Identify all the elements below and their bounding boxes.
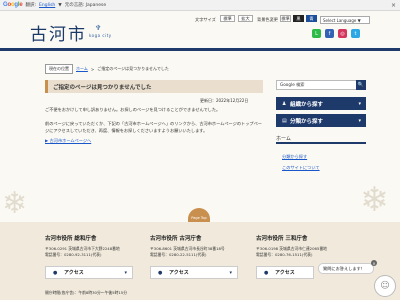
city-emblem-icon: ♆ bbox=[95, 24, 102, 32]
office-hours: 開庁時間(各庁舎)：午前8時30分～午後5時15分 bbox=[45, 290, 128, 295]
access-label: アクセス bbox=[275, 270, 295, 276]
breadcrumb-separator: > bbox=[90, 66, 95, 72]
organization-icon: ♟ bbox=[282, 100, 287, 107]
breadcrumb: 現在の位置 ホーム > ご指定のページは見つかりませんでした bbox=[45, 64, 169, 74]
search-input[interactable]: Google 検索 bbox=[276, 80, 362, 90]
facebook-icon[interactable]: f bbox=[325, 29, 334, 38]
chatbot-avatar-icon[interactable]: ☺ bbox=[374, 275, 396, 297]
snowflake-decoration-icon: ❄ bbox=[2, 186, 28, 221]
office-name: 古河市役所 総和庁舎 bbox=[45, 236, 97, 242]
font-standard-button[interactable]: 標準 bbox=[220, 15, 235, 22]
chevron-down-icon: ▾ bbox=[124, 269, 127, 276]
close-icon[interactable]: × bbox=[371, 260, 377, 266]
office-tel: 電話番号：0280-76-1511(代表) bbox=[256, 251, 313, 257]
page-title: ご指定のページは見つかりませんでした bbox=[45, 80, 263, 93]
instagram-icon[interactable]: ◎ bbox=[338, 29, 347, 38]
font-size-label: 文字サイズ bbox=[195, 17, 216, 22]
translate-prefix: 翻訳: bbox=[25, 3, 37, 8]
bg-dark-button[interactable]: 黒 bbox=[293, 15, 304, 22]
google-logo: Google bbox=[3, 2, 23, 8]
font-large-button[interactable]: 拡大 bbox=[238, 15, 253, 22]
close-icon[interactable]: × bbox=[391, 2, 396, 9]
bg-standard-button[interactable]: 標準 bbox=[280, 15, 291, 22]
chevron-down-icon: ▾ bbox=[229, 269, 232, 276]
chevron-down-icon: ▾ bbox=[358, 117, 361, 124]
site-logo-roman: koga city bbox=[89, 33, 112, 38]
office-sanwa: 古河市役所 三和庁舎 〒306-0198 茨城県古河市仁連2065番地 電話番号… bbox=[256, 234, 356, 257]
access-label: アクセス bbox=[169, 270, 189, 276]
chevron-down-icon: ▾ bbox=[358, 100, 361, 107]
twitter-icon[interactable]: t bbox=[351, 29, 360, 38]
breadcrumb-current-page: ご指定のページは見つかりませんでした bbox=[97, 66, 169, 71]
map-pin-icon: ● bbox=[53, 269, 58, 276]
not-found-message: ご不便をおかけして申し訳ありません。お探しのページを見つけることができませんでし… bbox=[45, 107, 221, 112]
site-logo[interactable]: 古河市 bbox=[30, 20, 87, 45]
map-pin-icon: ● bbox=[264, 269, 269, 276]
snowflake-decoration-icon: ❄ bbox=[360, 180, 389, 220]
sidebar-link-category[interactable]: 分類から探す bbox=[282, 154, 307, 160]
office-name: 古河市役所 三和庁舎 bbox=[256, 236, 308, 242]
access-button-sowa[interactable]: ● アクセス ▾ bbox=[45, 266, 133, 279]
translate-original-language: 元の言語: Japanese bbox=[64, 3, 107, 8]
home-page-link[interactable]: ▶ 古河市ホームページへ bbox=[45, 138, 91, 144]
bg-blue-button[interactable]: 青 bbox=[306, 15, 317, 22]
sidebar-link-about-site[interactable]: このサイトについて bbox=[282, 165, 320, 171]
search-by-category-label: 分類から探す bbox=[290, 118, 324, 125]
access-label: アクセス bbox=[64, 270, 84, 276]
office-tel: 電話番号：0280-22-5111(代表) bbox=[150, 251, 207, 257]
office-tel: 電話番号：0280-92-3111(代表) bbox=[45, 251, 102, 257]
header-divider bbox=[0, 48, 400, 51]
chatbot-bubble[interactable]: 質問にお答えします！ bbox=[318, 263, 374, 274]
office-name: 古河市役所 古河庁舎 bbox=[150, 236, 202, 242]
sidebar-home-heading: ホーム bbox=[276, 135, 366, 144]
background-color-label: 背景色変更 bbox=[257, 17, 278, 22]
access-button-koga[interactable]: ● アクセス ▾ bbox=[150, 266, 238, 279]
translate-language-select[interactable]: English bbox=[39, 3, 55, 8]
instructions-message: 前のページに戻っていただくか、下記の「古河市ホームページへ」のリンクから、古河市… bbox=[45, 121, 262, 133]
category-icon: ▤ bbox=[282, 117, 287, 124]
home-page-link-label: 古河市ホームページへ bbox=[49, 138, 92, 143]
translate-bar: Google 翻訳: English ▼ 元の言語: Japanese × bbox=[0, 0, 400, 11]
search-by-category-button[interactable]: ▤ 分類から探す ▾ bbox=[276, 114, 366, 127]
breadcrumb-home-link[interactable]: ホーム bbox=[76, 66, 88, 72]
office-koga: 古河市役所 古河庁舎 〒306-8601 茨城県古河市長谷町38番18号 電話番… bbox=[150, 234, 250, 257]
page-top-button[interactable]: Page Top bbox=[188, 208, 210, 222]
updated-date: 更新日：2022年12月22日 bbox=[200, 98, 249, 103]
line-icon[interactable]: L bbox=[312, 29, 321, 38]
access-button-sanwa[interactable]: ● アクセス bbox=[256, 266, 314, 279]
select-language-dropdown[interactable]: Select Language ▼ bbox=[320, 16, 370, 24]
site-header: 古河市 ♆ koga city 文字サイズ 標準 拡大 背景色変更 標準 黒 青… bbox=[0, 11, 400, 48]
search-icon[interactable]: 🔍 bbox=[356, 80, 366, 90]
office-sowa: 古河市役所 総和庁舎 〒306-0291 茨城県古河市下大野2248番地 電話番… bbox=[45, 234, 145, 257]
breadcrumb-current-location-label: 現在の位置 bbox=[45, 64, 73, 74]
search-by-organization-label: 組織から探す bbox=[290, 101, 324, 108]
search-by-organization-button[interactable]: ♟ 組織から探す ▾ bbox=[276, 97, 366, 110]
chevron-down-icon[interactable]: ▼ bbox=[58, 3, 61, 8]
map-pin-icon: ● bbox=[158, 269, 163, 276]
